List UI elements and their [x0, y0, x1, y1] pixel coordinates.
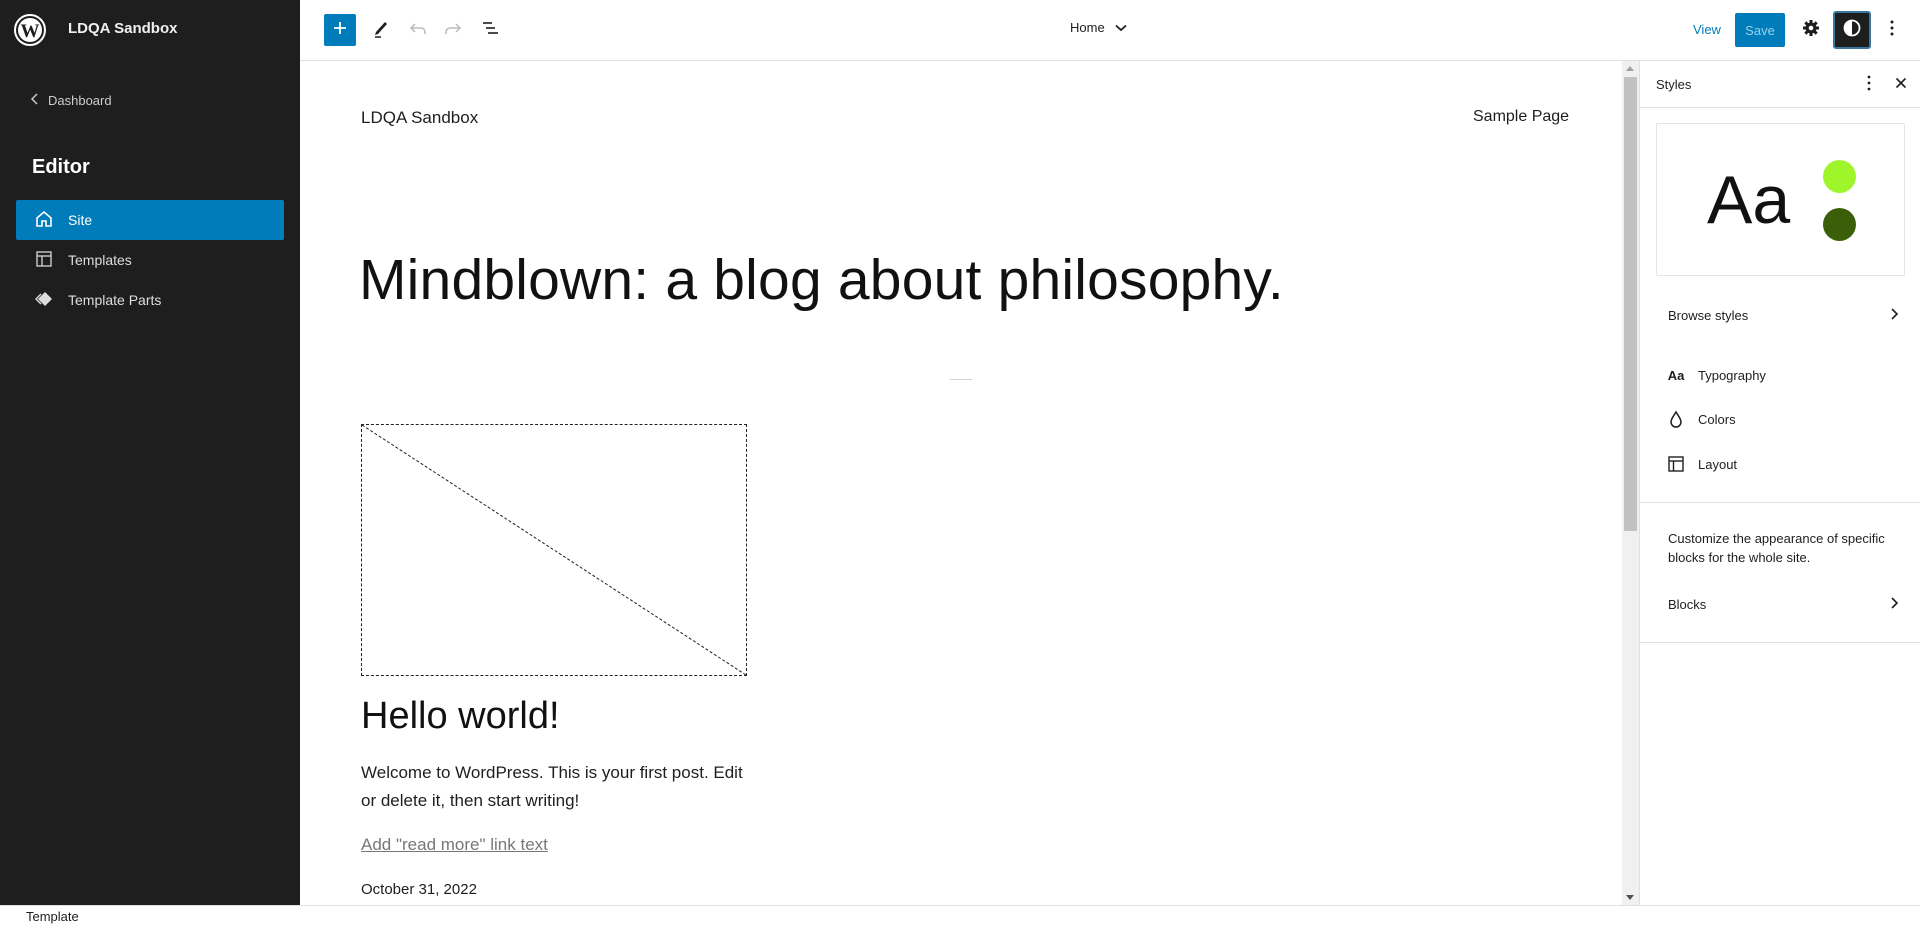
sidebar-section-title: Editor: [32, 156, 90, 178]
sidebar-item-label: Template Parts: [68, 292, 162, 308]
view-button[interactable]: View: [1693, 22, 1721, 37]
scrollbar-thumb[interactable]: [1624, 77, 1637, 531]
post-title[interactable]: Hello world!: [361, 695, 560, 738]
blocks-label: Blocks: [1668, 596, 1707, 612]
chevron-left-icon: [30, 92, 40, 109]
save-button[interactable]: Save: [1735, 13, 1785, 47]
blocks-description: Customize the appearance of specific blo…: [1668, 531, 1885, 565]
site-name: LDQA Sandbox: [68, 20, 178, 37]
pencil-icon: [371, 18, 391, 43]
colors-item[interactable]: Colors: [1640, 399, 1920, 439]
styles-panel-title: Styles: [1656, 77, 1692, 92]
options-menu-button[interactable]: [1876, 14, 1908, 46]
settings-button[interactable]: [1795, 14, 1827, 46]
separator-block[interactable]: [950, 379, 972, 380]
gear-icon: [1801, 18, 1821, 43]
document-title-dropdown[interactable]: Home: [1070, 20, 1127, 35]
layout-icon: [34, 249, 54, 272]
typography-label: Typography: [1698, 367, 1766, 383]
home-icon: [34, 209, 54, 232]
layout-item[interactable]: Layout: [1640, 444, 1920, 484]
svg-text:W: W: [21, 21, 40, 42]
block-inserter-button[interactable]: [324, 14, 356, 46]
editor-canvas[interactable]: LDQA Sandbox Sample Page Mindblown: a bl…: [300, 61, 1622, 905]
panel-divider: [1640, 502, 1920, 503]
tools-button[interactable]: [365, 14, 397, 46]
scroll-up-arrow-icon[interactable]: [1626, 66, 1634, 71]
page-heading[interactable]: Mindblown: a blog about philosophy.: [359, 247, 1284, 313]
wordpress-logo-icon[interactable]: W: [14, 14, 46, 46]
plus-icon: [332, 20, 348, 41]
contrast-icon: [1842, 18, 1862, 43]
close-icon: [1895, 76, 1907, 94]
canvas-scrollbar[interactable]: [1622, 61, 1639, 905]
typography-item[interactable]: Aa Typography: [1640, 355, 1920, 395]
editor-toolbar: Home View Save: [300, 0, 1920, 61]
sidebar-item-label: Site: [68, 212, 93, 228]
sidebar-item-templates[interactable]: Templates: [16, 240, 284, 280]
undo-icon: [408, 18, 428, 43]
canvas-site-title[interactable]: LDQA Sandbox: [361, 108, 478, 128]
typography-preview: Aa: [1707, 162, 1791, 238]
typography-icon: Aa: [1667, 367, 1685, 383]
close-styles-button[interactable]: [1889, 71, 1913, 99]
chevron-right-icon: [1889, 307, 1899, 324]
redo-button[interactable]: [437, 14, 469, 46]
chevron-down-icon: [1115, 20, 1127, 35]
colors-label: Colors: [1698, 411, 1736, 427]
symbol-filled-icon: [34, 289, 54, 312]
scroll-down-arrow-icon[interactable]: [1626, 895, 1634, 900]
kebab-icon: [1866, 74, 1872, 97]
breadcrumb-template[interactable]: Template: [26, 909, 79, 924]
featured-image-placeholder[interactable]: [361, 424, 747, 676]
document-title: Home: [1070, 20, 1105, 35]
kebab-icon: [1889, 19, 1895, 42]
sidebar-item-label: Templates: [68, 252, 132, 268]
browse-styles-button[interactable]: Browse styles: [1640, 295, 1920, 335]
block-breadcrumb-footer: Template: [0, 905, 1920, 925]
droplet-icon: [1664, 410, 1688, 428]
post-date[interactable]: October 31, 2022: [361, 881, 477, 898]
list-view-icon: [480, 18, 500, 43]
post-excerpt[interactable]: Welcome to WordPress. This is your first…: [361, 759, 761, 815]
panel-divider: [1640, 642, 1920, 643]
redo-icon: [443, 18, 463, 43]
style-preview-card[interactable]: Aa: [1656, 123, 1905, 276]
navigation-sidebar: W LDQA Sandbox Dashboard Editor Site Tem…: [0, 0, 300, 905]
chevron-right-icon: [1889, 596, 1899, 613]
styles-panel-header: Styles: [1640, 61, 1920, 108]
browse-styles-label: Browse styles: [1668, 307, 1749, 323]
sidebar-item-template-parts[interactable]: Template Parts: [16, 280, 284, 320]
styles-toggle-button[interactable]: [1833, 11, 1871, 49]
dashboard-label: Dashboard: [48, 93, 112, 108]
layout-label: Layout: [1698, 456, 1738, 472]
undo-button[interactable]: [402, 14, 434, 46]
nav-link-sample-page[interactable]: Sample Page: [1473, 108, 1569, 126]
dashboard-back-link[interactable]: Dashboard: [30, 92, 112, 109]
layout-icon: [1664, 455, 1688, 473]
styles-sidebar: Styles Aa Browse styles Aa Typography Co…: [1639, 61, 1920, 905]
read-more-link[interactable]: Add "read more" link text: [361, 835, 548, 855]
styles-more-button[interactable]: [1857, 71, 1881, 99]
secondary-color-swatch: [1823, 208, 1856, 241]
sidebar-item-site[interactable]: Site: [16, 200, 284, 240]
blocks-button[interactable]: Blocks: [1640, 584, 1920, 624]
list-view-button[interactable]: [474, 14, 506, 46]
primary-color-swatch: [1823, 160, 1856, 193]
